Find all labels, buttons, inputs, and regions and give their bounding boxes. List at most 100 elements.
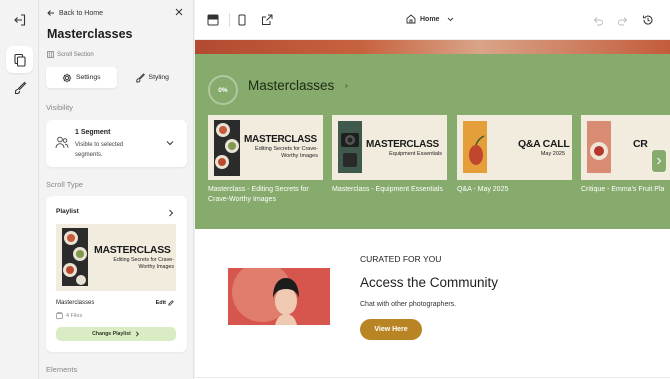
pages-button[interactable] — [6, 46, 33, 73]
back-to-home-link[interactable]: Back to Home — [47, 9, 103, 17]
arrow-left-icon — [47, 10, 54, 16]
tab-styling[interactable]: Styling — [117, 67, 188, 88]
portrait-photo — [228, 268, 330, 325]
undo-button[interactable] — [590, 13, 604, 27]
course-art-title: MASTERCLASS — [366, 139, 439, 150]
segment-description: Visible to selected segments. — [75, 142, 124, 158]
page-selector-label: Home — [420, 15, 440, 23]
edit-label: Edit — [155, 300, 166, 306]
course-art-title: Q&A CALL — [518, 138, 570, 150]
community-eyebrow: CURATED FOR YOU — [360, 254, 442, 264]
visibility-card[interactable]: 1 Segment Visible to selected segments. — [46, 120, 187, 167]
external-link-icon — [262, 14, 273, 25]
chevron-right-icon[interactable] — [168, 209, 174, 217]
course-caption: Critique - Emma's Fruit Pla — [581, 186, 665, 193]
users-icon — [55, 136, 69, 149]
segment-count: 1 Segment — [75, 129, 111, 136]
gear-icon — [62, 73, 72, 82]
course-card[interactable]: Q&A CALL May 2025 Q&A - May 2025 — [457, 115, 572, 195]
chevron-right-icon — [657, 157, 662, 165]
design-button[interactable] — [6, 74, 33, 101]
back-label: Back to Home — [59, 9, 103, 17]
mobile-icon — [238, 14, 246, 26]
visibility-heading: Visibility — [46, 103, 73, 112]
scroll-section-icon — [47, 51, 54, 58]
files-count: 4 Files — [66, 312, 83, 319]
panel-title: Masterclasses — [47, 27, 133, 41]
redo-button[interactable] — [616, 13, 630, 27]
fruit-plate-image — [587, 121, 611, 173]
icon-rail — [0, 0, 39, 379]
mobile-view-button[interactable] — [235, 13, 249, 27]
course-art-title: MASTERCLASS — [244, 134, 317, 145]
course-thumbnail: Q&A CALL May 2025 — [457, 115, 572, 180]
fruit-image — [463, 121, 487, 173]
settings-panel: Back to Home Masterclasses Scroll Sectio… — [39, 0, 194, 379]
view-here-button[interactable]: View Here — [360, 319, 422, 340]
tab-settings-label: Settings — [75, 74, 101, 81]
edit-playlist-button[interactable]: Edit — [156, 300, 174, 306]
carousel-next-button[interactable] — [652, 150, 666, 172]
page-preview: 0% Masterclasses › MASTERCLASS Editing S… — [195, 40, 670, 379]
chevron-down-icon — [166, 141, 174, 146]
change-playlist-label: Change Playlist — [92, 331, 131, 337]
brush-icon — [135, 72, 145, 82]
community-image — [228, 268, 330, 325]
course-thumbnail: MASTERCLASS Equipment Essentials — [332, 115, 447, 180]
masterclasses-section[interactable]: 0% Masterclasses › MASTERCLASS Editing S… — [195, 54, 670, 229]
section-chevron-icon[interactable]: › — [345, 81, 348, 90]
community-body: Chat with other photographers. — [360, 301, 457, 308]
playlist-files: 4 Files — [56, 312, 82, 319]
section-title: Masterclasses — [248, 78, 335, 93]
community-title: Access the Community — [360, 275, 499, 290]
course-art-subtitle: May 2025 — [540, 151, 565, 157]
home-icon — [406, 14, 416, 24]
section-type-tag: Scroll Section — [47, 51, 94, 58]
playlist-name: Masterclasses — [56, 300, 95, 306]
layout-icon — [207, 14, 219, 26]
thumb-subtitle: Editing Secrets for Crave-Worthy Images — [113, 257, 174, 270]
pages-icon — [13, 53, 26, 67]
open-preview-button[interactable] — [260, 13, 274, 27]
course-art-subtitle: Editing Secrets for Crave-Worthy Images — [255, 146, 318, 159]
redo-icon — [617, 16, 627, 25]
course-card[interactable]: MASTERCLASS Equipment Essentials Masterc… — [332, 115, 447, 195]
camera-gear-image — [338, 121, 362, 173]
course-caption: Masterclass - Equipment Essentials — [332, 186, 443, 193]
exit-icon — [13, 13, 25, 26]
files-icon — [56, 312, 63, 319]
hero-image-strip — [195, 40, 670, 54]
tab-styling-label: Styling — [148, 74, 169, 81]
scroll-type-heading: Scroll Type — [46, 180, 83, 189]
design-brush-icon — [14, 81, 26, 94]
progress-ring: 0% — [208, 75, 238, 105]
course-art-title: CR — [633, 138, 648, 150]
chevron-down-icon — [448, 17, 454, 21]
playlist-thumbnail: MASTERCLASS Editing Secrets for Crave-Wo… — [56, 224, 176, 291]
food-plates-image — [62, 228, 88, 286]
history-button[interactable] — [641, 13, 655, 27]
course-card[interactable]: MASTERCLASS Editing Secrets for Crave-Wo… — [208, 115, 323, 205]
course-caption: Q&A - May 2025 — [457, 186, 509, 193]
course-art-subtitle: Equipment Essentials — [389, 151, 442, 157]
thumb-title: MASTERCLASS — [94, 244, 171, 256]
desktop-view-button[interactable] — [206, 13, 220, 27]
change-playlist-button[interactable]: Change Playlist — [56, 327, 176, 341]
pencil-icon — [168, 300, 174, 306]
elements-heading: Elements — [46, 365, 78, 374]
course-thumbnail: MASTERCLASS Editing Secrets for Crave-Wo… — [208, 115, 323, 180]
food-plates-image — [214, 120, 240, 176]
close-panel-button[interactable] — [175, 8, 183, 20]
section-divider — [195, 377, 670, 378]
tab-settings[interactable]: Settings — [46, 67, 117, 88]
section-type-label: Scroll Section — [57, 51, 94, 58]
close-icon — [175, 8, 183, 16]
exit-editor-button[interactable] — [6, 6, 33, 33]
history-icon — [643, 15, 653, 25]
page-selector[interactable]: Home — [406, 14, 454, 24]
playlist-label: Playlist — [56, 208, 79, 215]
chevron-right-icon — [135, 331, 139, 337]
editor-toolbar: Home — [195, 0, 670, 40]
playlist-card: Playlist MASTERCLASS Editing Secrets for… — [46, 196, 187, 352]
course-caption: Masterclass - Editing Secrets for Crave-… — [208, 186, 309, 203]
